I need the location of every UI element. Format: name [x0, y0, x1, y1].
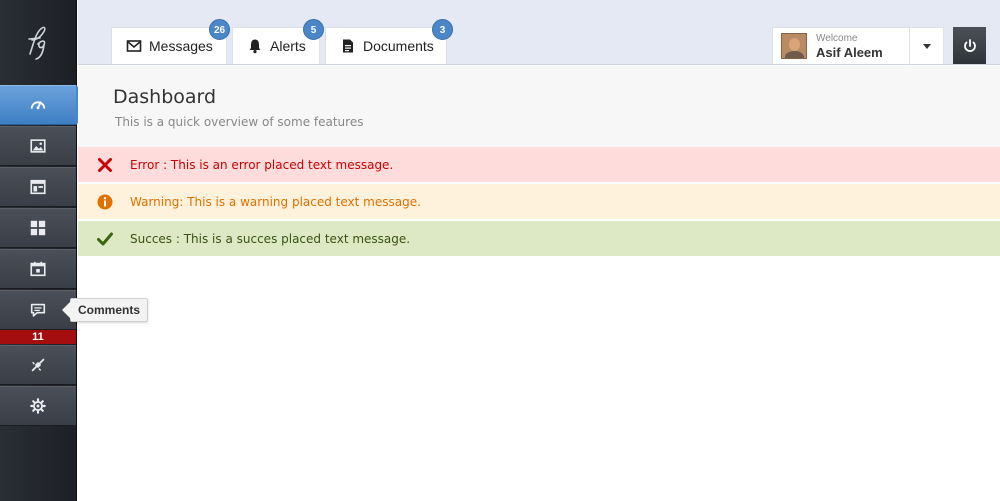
comments-count-badge: 11	[0, 330, 76, 344]
power-icon	[963, 38, 976, 52]
tab-label: Documents	[363, 38, 434, 54]
tab-alerts[interactable]: Alerts 5	[232, 19, 324, 64]
sidebar-item-layout[interactable]	[0, 167, 76, 207]
logo-icon	[28, 26, 46, 60]
dashboard-icon	[30, 101, 46, 110]
calendar-icon	[30, 261, 46, 277]
welcome-label: Welcome	[816, 32, 858, 44]
alerts-badge: 5	[303, 19, 324, 40]
layout-icon	[30, 179, 46, 195]
sidebar-item-dashboard[interactable]	[0, 85, 95, 125]
plug-icon	[31, 358, 45, 372]
tab-label: Messages	[149, 38, 213, 54]
envelope-icon	[126, 40, 142, 52]
chevron-down-icon[interactable]	[909, 28, 943, 65]
logout-button[interactable]	[953, 27, 986, 64]
success-alert: Succes : This is a succes placed text me…	[78, 221, 1000, 257]
sidebar-item-plugins[interactable]	[0, 345, 76, 385]
user-menu[interactable]: Welcome Asif Aleem	[772, 27, 944, 65]
sidebar-item-widgets[interactable]	[0, 208, 76, 248]
tab-label: Alerts	[270, 38, 306, 54]
close-icon	[96, 156, 114, 174]
avatar	[781, 33, 807, 59]
page-header: Dashboard This is a quick overview of so…	[78, 66, 1000, 147]
user-name: Asif Aleem	[816, 44, 883, 60]
sidebar-item-calendar[interactable]	[0, 249, 76, 289]
sidebar-item-gallery[interactable]	[0, 126, 76, 166]
info-icon	[96, 193, 114, 211]
page-subtitle: This is a quick overview of some feature…	[115, 115, 364, 129]
comments-tooltip: Comments	[61, 298, 149, 322]
tab-documents[interactable]: Documents 3	[325, 19, 453, 64]
grid-icon	[30, 220, 46, 236]
warning-alert-text: Warning: This is a warning placed text m…	[130, 194, 421, 209]
bell-icon	[249, 39, 261, 54]
page-title: Dashboard	[113, 86, 217, 108]
documents-badge: 3	[432, 19, 453, 40]
gear-icon	[30, 398, 46, 414]
document-icon	[343, 39, 353, 53]
error-alert-text: Error : This is an error placed text mes…	[130, 157, 394, 172]
warning-alert: Warning: This is a warning placed text m…	[78, 184, 1000, 220]
tab-messages[interactable]: Messages 26	[111, 19, 230, 64]
check-icon	[96, 230, 114, 248]
error-alert: Error : This is an error placed text mes…	[78, 147, 1000, 183]
messages-badge: 26	[209, 19, 230, 40]
image-icon	[30, 139, 46, 153]
logo[interactable]	[0, 0, 76, 84]
comment-icon	[30, 303, 46, 317]
success-alert-text: Succes : This is a succes placed text me…	[130, 231, 411, 246]
sidebar: 11	[0, 0, 95, 501]
sidebar-item-settings[interactable]	[0, 386, 76, 426]
